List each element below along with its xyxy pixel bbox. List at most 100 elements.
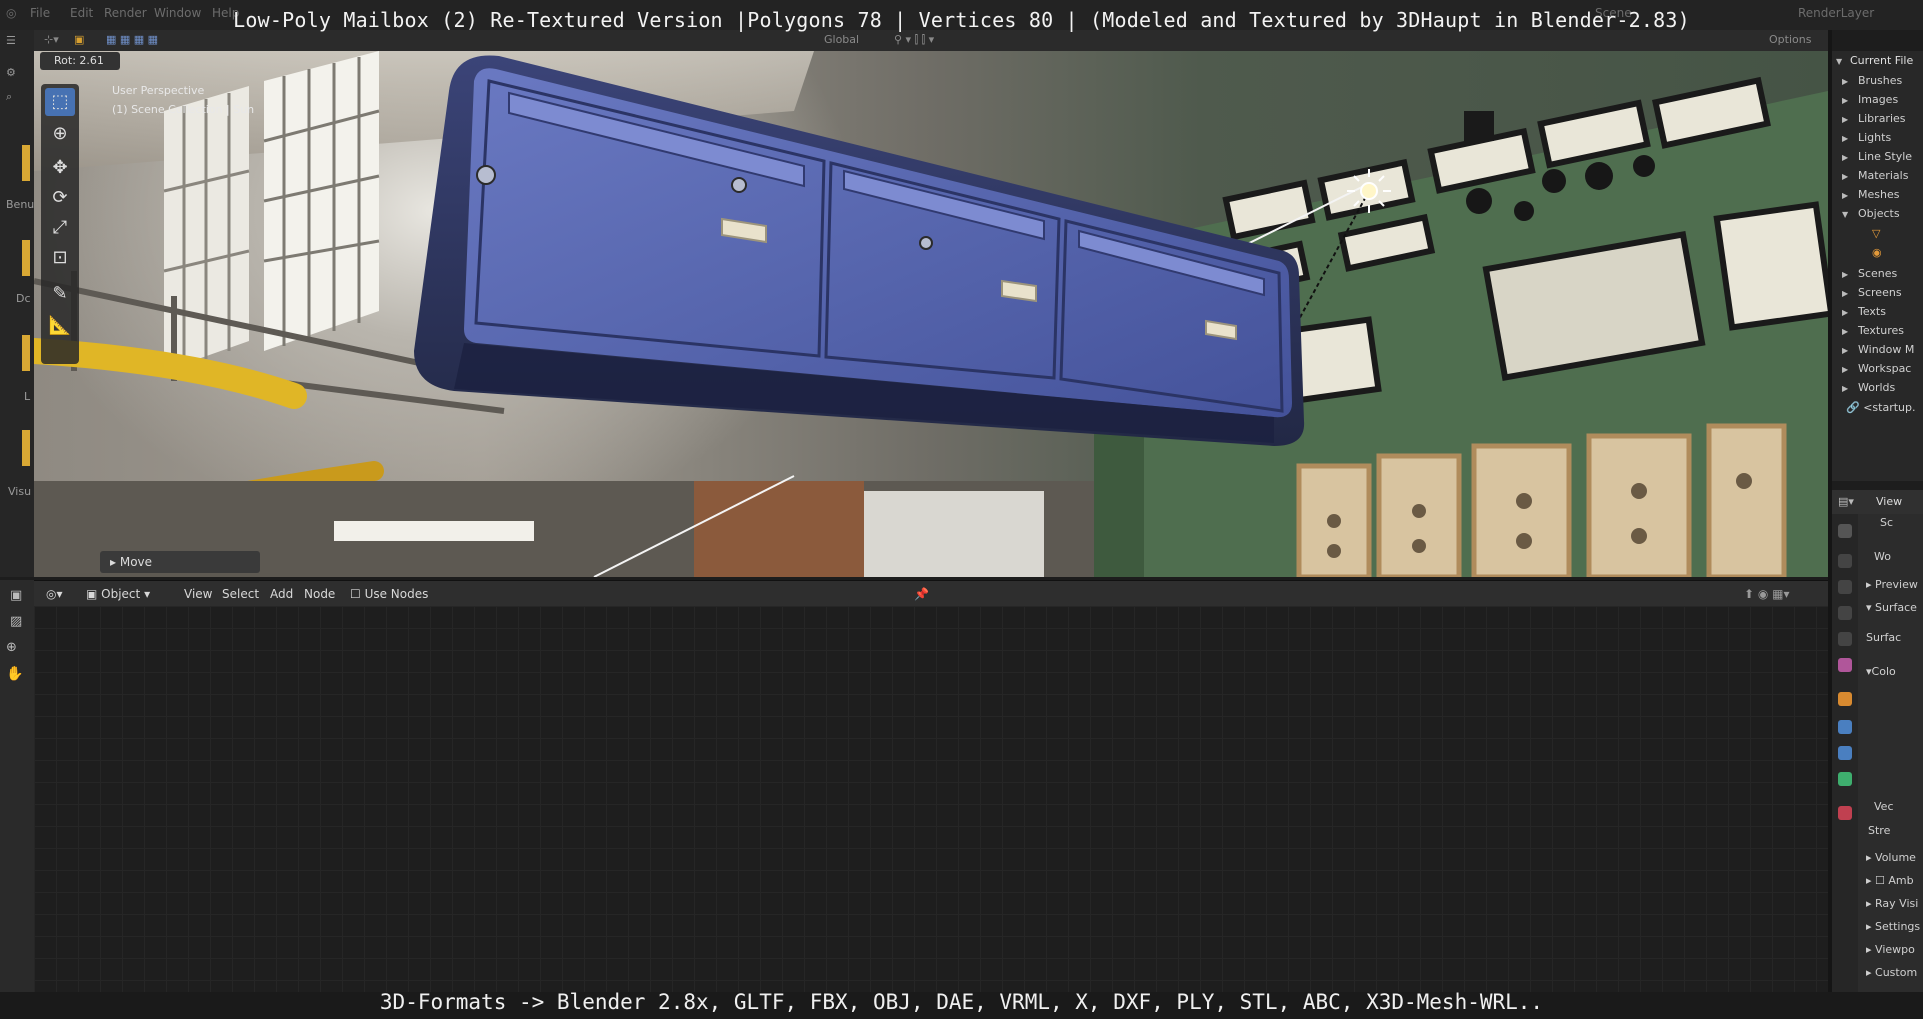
- select-box-icon[interactable]: ⬚: [45, 88, 75, 116]
- world-tab-icon[interactable]: [1838, 658, 1852, 672]
- outliner-item-workspaces[interactable]: Workspac: [1858, 362, 1911, 375]
- use-nodes-checkbox[interactable]: ☐ Use Nodes: [350, 587, 428, 601]
- image-icon[interactable]: ▨: [10, 614, 22, 629]
- tool-icon[interactable]: ⚙: [6, 66, 16, 79]
- menu-node[interactable]: Node: [304, 587, 335, 601]
- startup-label: <startup.: [1863, 401, 1916, 414]
- panel-label: Dc: [16, 292, 31, 305]
- measure-tool-icon[interactable]: 📐: [45, 312, 75, 340]
- asset-thumbnail[interactable]: [22, 145, 30, 181]
- transform-tool-icon[interactable]: ⊡: [45, 244, 75, 272]
- custom-properties-section[interactable]: ▸ Custom: [1866, 966, 1917, 979]
- volume-section[interactable]: ▸ Volume: [1866, 851, 1916, 864]
- light-object-icon[interactable]: ◉: [1872, 246, 1882, 259]
- preview-label: Preview: [1875, 578, 1918, 591]
- outliner-item-window-manager[interactable]: Window M: [1858, 343, 1914, 356]
- chevron-down-icon[interactable]: ▼: [1836, 57, 1842, 66]
- physics-tab-icon[interactable]: [1838, 746, 1852, 760]
- outliner-item-libraries[interactable]: Libraries: [1858, 112, 1906, 125]
- color-field[interactable]: ▾Colo: [1866, 665, 1896, 678]
- rotate-tool-icon[interactable]: ⟳: [45, 184, 75, 212]
- panel-menu-icon[interactable]: ☰: [6, 34, 16, 47]
- tool-tab-icon[interactable]: [1838, 524, 1852, 538]
- asset-thumbnail[interactable]: [22, 240, 30, 276]
- object-mode-dropdown[interactable]: ▣ Object ▾: [86, 587, 150, 601]
- zoom-icon[interactable]: ⊕: [6, 640, 17, 655]
- properties-editor-icon[interactable]: ▤▾: [1838, 495, 1854, 508]
- menu-add[interactable]: Add: [270, 587, 293, 601]
- color-label: Colo: [1871, 665, 1896, 678]
- perspective-label: User Perspective: [112, 84, 205, 97]
- outliner-item-objects[interactable]: Objects: [1858, 207, 1900, 220]
- 3d-viewport[interactable]: Rot: 2.61 User Perspective (1) Scene Col…: [34, 51, 1828, 577]
- ambient-occlusion-section[interactable]: ▸ ☐ Amb: [1866, 874, 1914, 887]
- strength-field-label: Stre: [1868, 824, 1891, 837]
- outliner-item-line-style[interactable]: Line Style: [1858, 150, 1912, 163]
- scene-label[interactable]: Sc: [1880, 516, 1893, 529]
- outliner-item-textures[interactable]: Textures: [1858, 324, 1904, 337]
- cursor-tool-icon[interactable]: ⊕: [45, 120, 75, 148]
- properties-tabs: [1832, 514, 1858, 992]
- preview-section[interactable]: ▸ Preview: [1866, 578, 1918, 591]
- outliner-item-lights[interactable]: Lights: [1858, 131, 1891, 144]
- search-icon[interactable]: ⌕: [6, 90, 12, 104]
- node-editor-header: ◎▾ ▣ Object ▾ View Select Add Node ☐ Use…: [34, 580, 1828, 607]
- object-tab-icon[interactable]: [1838, 692, 1852, 706]
- viewport-header: ⊹▾ ▣ ▦ ▦ ▦ ▦ Global ⚲ ▾ ⫿ ⫿ ▾ Options: [34, 30, 1828, 52]
- mesh-object-icon[interactable]: ▽: [1872, 227, 1880, 240]
- orientation-dropdown[interactable]: Global: [824, 33, 859, 46]
- outliner-item-brushes[interactable]: Brushes: [1858, 74, 1902, 87]
- options-dropdown[interactable]: Options: [1769, 33, 1811, 46]
- selection-modes[interactable]: ▦ ▦ ▦ ▦: [106, 33, 158, 46]
- viewport-display-section[interactable]: ▸ Viewpo: [1866, 943, 1915, 956]
- left-side-panel: ☰ ⚙ ⌕ Benu Dc L Visu: [0, 30, 34, 577]
- mailbox-model[interactable]: [394, 51, 1314, 531]
- volume-label: Volume: [1875, 851, 1916, 864]
- outliner-item-meshes[interactable]: Meshes: [1858, 188, 1899, 201]
- ray-visibility-section[interactable]: ▸ Ray Visi: [1866, 897, 1918, 910]
- output-tab-icon[interactable]: [1838, 580, 1852, 594]
- outliner-item-texts[interactable]: Texts: [1858, 305, 1886, 318]
- last-operator-panel[interactable]: ▸ Move: [100, 551, 260, 573]
- outliner-item-screens[interactable]: Screens: [1858, 286, 1902, 299]
- surface-section[interactable]: ▾ Surface: [1866, 601, 1917, 614]
- outliner-item-images[interactable]: Images: [1858, 93, 1898, 106]
- properties-panel: Sc Wo ▸ Preview ▾ Surface Surfac ▾Colo V…: [1858, 514, 1923, 992]
- menu-select[interactable]: Select: [222, 587, 259, 601]
- chevron-right-icon: ▸: [110, 555, 120, 569]
- outliner-item-materials[interactable]: Materials: [1858, 169, 1908, 182]
- view-layer-tab-icon[interactable]: [1838, 606, 1852, 620]
- custom-properties-label: Custom: [1875, 966, 1918, 979]
- menu-view[interactable]: View: [184, 587, 212, 601]
- asset-thumbnail[interactable]: [22, 430, 30, 466]
- outliner-item-startup[interactable]: 🔗 <startup.: [1846, 401, 1916, 414]
- editor-type-icon[interactable]: ⊹▾: [44, 33, 59, 46]
- editor-type-icon[interactable]: ▣: [10, 588, 22, 603]
- settings-section[interactable]: ▸ Settings: [1866, 920, 1920, 933]
- last-operator-label: Move: [119, 555, 153, 569]
- annotate-tool-icon[interactable]: ✎: [45, 280, 75, 308]
- shader-type-icon[interactable]: ◎▾: [46, 587, 63, 601]
- node-canvas[interactable]: [34, 606, 1828, 992]
- vector-field-label: Vec: [1874, 800, 1894, 813]
- scene-tab-icon[interactable]: [1838, 632, 1852, 646]
- asset-thumbnail[interactable]: [22, 335, 30, 371]
- move-tool-icon[interactable]: ✥: [45, 154, 75, 182]
- viewport-display-label: Viewpo: [1875, 943, 1915, 956]
- tool-shelf: ⬚ ⊕ ✥ ⟳ ⤢ ⊡ ✎ 📐: [41, 84, 79, 364]
- world-label[interactable]: Wo: [1874, 550, 1891, 563]
- overlay-toggles[interactable]: ⬆ ◉ ▦▾: [1744, 587, 1790, 601]
- pin-icon[interactable]: 📌: [914, 587, 929, 601]
- node-editor-toolbar: ▣ ▨ ⊕ ✋: [0, 580, 34, 992]
- hand-icon[interactable]: ✋: [6, 666, 23, 682]
- outliner-item-worlds[interactable]: Worlds: [1858, 381, 1895, 394]
- view-label[interactable]: View: [1876, 495, 1902, 508]
- texture-tab-icon[interactable]: [1838, 806, 1852, 820]
- modifier-tab-icon[interactable]: [1838, 720, 1852, 734]
- snap-toggles[interactable]: ⚲ ▾ ⫿ ⫿ ▾: [894, 33, 934, 47]
- scale-tool-icon[interactable]: ⤢: [45, 214, 75, 242]
- render-tab-icon[interactable]: [1838, 554, 1852, 568]
- outliner-item-scenes[interactable]: Scenes: [1858, 267, 1897, 280]
- object-data-tab-icon[interactable]: [1838, 772, 1852, 786]
- select-mode-icon[interactable]: ▣: [74, 33, 84, 46]
